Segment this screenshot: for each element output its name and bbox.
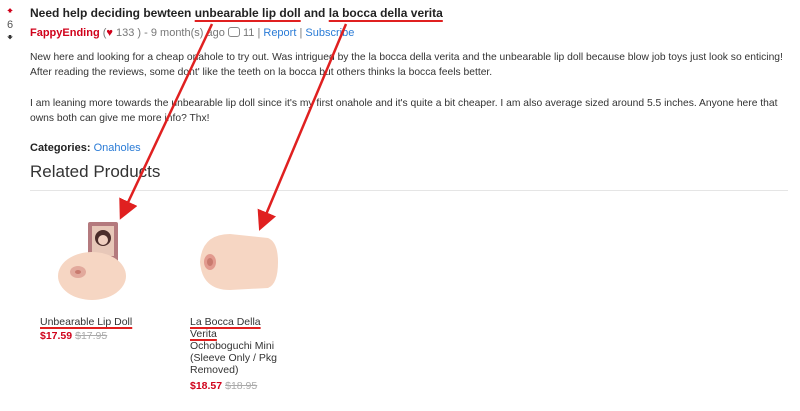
related-products-heading: Related Products	[30, 162, 161, 181]
vote-count: 6	[6, 19, 14, 31]
categories-label: Categories:	[30, 142, 91, 154]
heart-icon: ♥	[106, 27, 113, 39]
subscribe-link[interactable]: Subscribe	[305, 27, 354, 39]
title-product-a: unbearable lip doll	[194, 6, 301, 20]
comment-icon	[227, 27, 240, 37]
post-paragraph-2: I am leaning more towards the unbearable…	[30, 98, 778, 124]
section-divider	[30, 190, 788, 191]
price-old: $17.95	[75, 330, 108, 342]
post-meta: FappyEnding (♥ 133 ) - 9 month(s) ago 11…	[30, 27, 354, 39]
product-card-unbearable-lip-doll[interactable]: Unbearable Lip Doll $17.59 $17.95	[40, 212, 140, 342]
post-body: New here and looking for a cheap onahole…	[30, 50, 790, 142]
product-price-la-bocca-della-verita: $18.57 $18.95	[190, 380, 290, 392]
price-current: $18.57	[190, 380, 223, 392]
karma-count: 133	[116, 27, 135, 39]
product-image-la-bocca-della-verita[interactable]	[190, 212, 290, 312]
title-product-b: la bocca della verita	[328, 6, 443, 20]
title-and: and	[300, 6, 329, 20]
product-image-unbearable-lip-doll[interactable]	[40, 212, 140, 312]
post-age: ) - 9 month(s) ago	[137, 27, 225, 39]
product-card-la-bocca-della-verita[interactable]: La Bocca Della Verita Ochoboguchi Mini (…	[190, 212, 290, 392]
report-link[interactable]: Report	[263, 27, 296, 39]
meta-separator: |	[296, 27, 303, 39]
upvote-arrow-icon[interactable]: 🠹	[4, 6, 16, 17]
product-name-text[interactable]: Unbearable Lip Doll	[40, 316, 132, 328]
price-current: $17.59	[40, 330, 73, 342]
product-price-unbearable-lip-doll: $17.59 $17.95	[40, 330, 140, 342]
author-link[interactable]: FappyEnding	[30, 27, 100, 39]
comment-count: 11	[242, 27, 255, 39]
product-name-unbearable-lip-doll[interactable]: Unbearable Lip Doll	[40, 316, 140, 328]
category-link-onaholes[interactable]: Onaholes	[94, 142, 141, 154]
product-subname-la-bocca: Ochoboguchi Mini (Sleeve Only / Pkg Remo…	[190, 340, 277, 376]
downvote-arrow-icon[interactable]: 🠻	[4, 33, 16, 44]
post-title: Need help deciding bewteen unbearable li…	[30, 6, 443, 20]
product-name-la-bocca-della-verita[interactable]: La Bocca Della Verita	[190, 316, 290, 340]
price-old: $18.95	[225, 380, 258, 392]
post-paragraph-1: New here and looking for a cheap onahole…	[30, 52, 783, 78]
title-prefix: Need help deciding bewteen	[30, 6, 195, 20]
categories: Categories: Onaholes	[30, 142, 141, 154]
meta-separator: |	[254, 27, 261, 39]
vote-widget: 🠹 6 🠻	[4, 6, 16, 44]
product-name-text[interactable]: La Bocca Della Verita	[190, 316, 261, 340]
